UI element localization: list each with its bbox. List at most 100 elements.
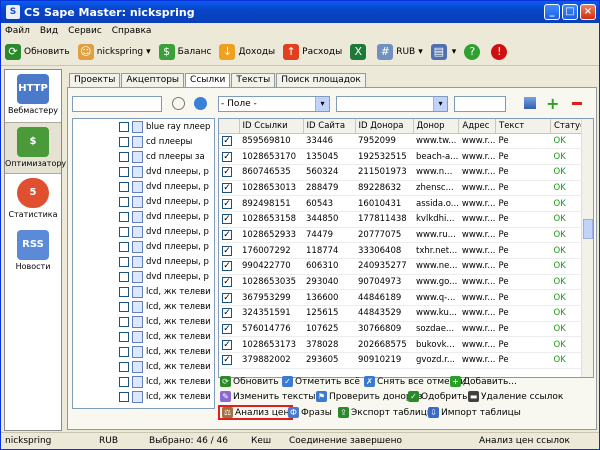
menu-help[interactable]: Справка (112, 26, 152, 36)
table-row[interactable]: ✓ 367953299 136600 44846189 www.q-... www.r..… (219, 289, 592, 307)
header-site-id[interactable]: ID Сайта (303, 119, 356, 134)
refresh-action[interactable]: ⟳ Обновить (220, 376, 279, 387)
balance-button[interactable]: $ Баланс (158, 44, 211, 60)
menu-view[interactable]: Вид (40, 26, 58, 36)
delete-links-action[interactable]: ▬ Удаление ссылок (468, 391, 563, 402)
tree-item[interactable]: lcd, жк телеви (73, 374, 214, 389)
sidebar-item-statistics[interactable]: 5 Статистика (5, 174, 61, 226)
condition-select[interactable]: ▾ (336, 96, 448, 112)
row-checkbox[interactable]: ✓ (222, 151, 232, 162)
table-row[interactable]: ✓ 892498151 60543 16010431 assida.o... www.r.… (219, 195, 592, 212)
row-checkbox[interactable]: ✓ (222, 355, 232, 366)
row-checkbox[interactable]: ✓ (222, 214, 232, 225)
row-checkbox[interactable]: ✓ (222, 182, 232, 193)
tree-item[interactable]: blue ray плеер (73, 119, 214, 134)
tab-texts[interactable]: Тексты (231, 73, 276, 87)
sidebar-item-optimizer[interactable]: $ Оптимизатору (5, 122, 66, 174)
tree-item[interactable]: lcd, жк телеви (73, 299, 214, 314)
tree-item[interactable]: dvd плееры, р (73, 224, 214, 239)
tree-item[interactable]: lcd, жк телеви (73, 389, 214, 404)
price-analysis-action[interactable]: ⚖ Анализ цен (218, 405, 294, 420)
table-row[interactable]: ✓ 1028653013 288479 89228632 zhensc... www.r.… (219, 180, 592, 197)
table-row[interactable]: ✓ 859569810 33446 7952099 www.tw... www.r... P… (219, 133, 592, 150)
refresh-button[interactable]: ⟳ Обновить (5, 44, 70, 60)
tree-checkbox[interactable] (119, 166, 129, 177)
tree-item[interactable]: dvd плееры, р (73, 179, 214, 194)
tree-item[interactable]: lcd, жк телеви (73, 344, 214, 359)
tab-links[interactable]: Ссылки (185, 73, 231, 88)
tree-checkbox[interactable] (119, 391, 129, 402)
row-checkbox-cell[interactable]: ✓ (219, 289, 239, 307)
tree-checkbox[interactable] (119, 211, 129, 222)
row-checkbox[interactable]: ✓ (222, 277, 232, 288)
tree-checkbox[interactable] (119, 121, 129, 132)
tree-checkbox[interactable] (119, 196, 129, 207)
row-checkbox-cell[interactable]: ✓ (219, 211, 239, 228)
maximize-button[interactable]: □ (562, 4, 578, 20)
tree-item[interactable]: dvd плееры, р (73, 164, 214, 179)
row-checkbox-cell[interactable]: ✓ (219, 242, 239, 259)
user-dropdown[interactable]: ☺ nickspring ▾ (77, 44, 151, 60)
row-checkbox-cell[interactable]: ✓ (219, 227, 239, 244)
refresh-icon[interactable] (194, 97, 207, 110)
tree-checkbox[interactable] (119, 286, 129, 297)
row-checkbox-cell[interactable]: ✓ (219, 274, 239, 291)
tree-checkbox[interactable] (119, 361, 129, 372)
tree-item[interactable]: lcd, жк телеви (73, 314, 214, 329)
table-row[interactable]: ✓ 176007292 118774 33306408 txhr.net... www.r… (219, 242, 592, 259)
income-button[interactable]: ↓ Доходы (219, 44, 275, 60)
row-checkbox-cell[interactable]: ✓ (219, 195, 239, 212)
row-checkbox[interactable]: ✓ (222, 229, 232, 240)
table-row[interactable]: ✓ 324351591 125615 44843529 www.ku... www.r..… (219, 305, 592, 322)
expenses-button[interactable]: ↑ Расходы (283, 44, 342, 60)
window-dropdown[interactable]: ▤ ▾ (430, 44, 456, 60)
row-checkbox[interactable]: ✓ (222, 245, 232, 256)
header-donor-id[interactable]: ID Донора (355, 119, 414, 134)
row-checkbox-cell[interactable]: ✓ (219, 305, 239, 322)
tree-item[interactable]: dvd плееры, р (73, 254, 214, 269)
tree-checkbox[interactable] (119, 241, 129, 252)
row-checkbox[interactable]: ✓ (222, 261, 232, 272)
tree-item[interactable]: dvd плееры, р (73, 269, 214, 284)
tab-projects[interactable]: Проекты (69, 73, 121, 87)
row-checkbox[interactable]: ✓ (222, 292, 232, 303)
approve-action[interactable]: ✓ Одобрить (408, 391, 467, 402)
stop-button[interactable]: ! (491, 44, 510, 60)
row-checkbox-cell[interactable]: ✓ (219, 258, 239, 275)
row-checkbox[interactable]: ✓ (222, 308, 232, 319)
tree-checkbox[interactable] (119, 136, 129, 147)
tab-site-search[interactable]: Поиск площадок (276, 73, 366, 87)
tree-checkbox[interactable] (119, 151, 129, 162)
row-checkbox-cell[interactable]: ✓ (219, 148, 239, 165)
table-row[interactable]: ✓ 1028653173 378028 202668575 bukovk... www.r… (219, 336, 592, 354)
row-checkbox-cell[interactable]: ✓ (219, 164, 239, 181)
list-icon[interactable] (524, 97, 536, 109)
tree-checkbox[interactable] (119, 346, 129, 357)
minus-icon[interactable] (572, 102, 582, 105)
tree-item[interactable]: lcd, жк телеви (73, 284, 214, 299)
filter-value-input[interactable] (454, 96, 506, 112)
export-table-action[interactable]: ⇪ Экспорт таблицы (338, 407, 434, 418)
table-row[interactable]: ✓ 990422770 606310 240935277 www.ne... www.r.… (219, 258, 592, 275)
check-donors-action[interactable]: ⚑ Проверить доноров (316, 391, 422, 402)
search-icon[interactable] (172, 97, 185, 110)
row-checkbox-cell[interactable]: ✓ (219, 180, 239, 197)
close-button[interactable]: × (580, 4, 596, 20)
table-row[interactable]: ✓ 576014776 107625 30766809 sozdae... www.r..… (219, 321, 592, 338)
header-text[interactable]: Текст (495, 119, 551, 134)
excel-button[interactable]: X (350, 44, 369, 60)
row-checkbox[interactable]: ✓ (222, 198, 232, 209)
help-button[interactable]: ? (464, 44, 483, 60)
tree-item[interactable]: lcd, жк телеви (73, 359, 214, 374)
table-scrollbar[interactable] (581, 119, 593, 377)
row-checkbox-cell[interactable]: ✓ (219, 321, 239, 338)
edit-texts-action[interactable]: ✎ Изменить тексты (220, 391, 316, 402)
tree-checkbox[interactable] (119, 301, 129, 312)
row-checkbox-cell[interactable]: ✓ (219, 133, 239, 150)
tree-item[interactable]: cd плееры за (73, 149, 214, 164)
table-row[interactable]: ✓ 1028652933 74479 20777075 www.ru... www.r..… (219, 227, 592, 244)
tree-item[interactable]: lcd, жк телеви (73, 329, 214, 344)
header-donor[interactable]: Донор (413, 119, 460, 134)
tree-item[interactable]: dvd плееры, р (73, 239, 214, 254)
table-row[interactable]: ✓ 1028653035 293040 90704973 www.go... www.r.… (219, 274, 592, 291)
